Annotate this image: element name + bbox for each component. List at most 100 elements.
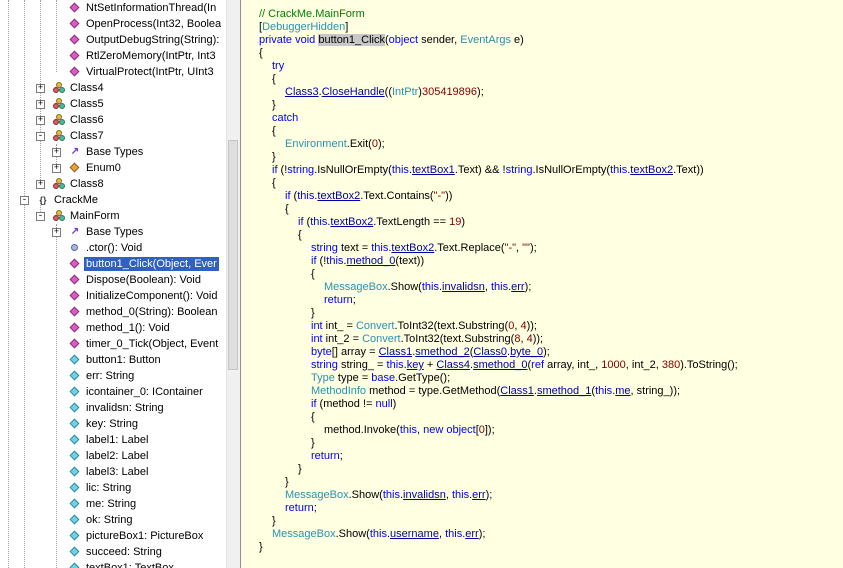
- tree-item[interactable]: pictureBox1: PictureBox: [0, 528, 227, 544]
- tree-item[interactable]: + Class6: [0, 112, 227, 128]
- code-text: }: [311, 437, 315, 449]
- tree-item[interactable]: method_1(): Void: [0, 320, 227, 336]
- code-text: .IsNullOrEmpty(: [532, 164, 611, 176]
- code-text: , string_));: [630, 385, 681, 397]
- code-reference-link[interactable]: err: [472, 489, 485, 501]
- tree-item-label: OutputDebugString(String):: [86, 34, 220, 46]
- tree-item[interactable]: + Enum0: [0, 160, 227, 176]
- code-reference-link[interactable]: Class1: [500, 385, 534, 397]
- tree-item[interactable]: OpenProcess(Int32, Boolea: [0, 16, 227, 32]
- expand-icon[interactable]: +: [52, 163, 61, 173]
- tree-item-label: OpenProcess(Int32, Boolea: [86, 18, 222, 30]
- tree-item[interactable]: method_0(String): Boolean: [0, 304, 227, 320]
- collapse-icon[interactable]: -: [20, 195, 29, 205]
- code-reference-link[interactable]: method_0: [346, 255, 395, 267]
- tree-item-label: VirtualProtect(IntPtr, UInt3: [86, 66, 214, 78]
- tree-item-label: Class5: [70, 98, 104, 110]
- tree-item[interactable]: -{} CrackMe: [0, 192, 227, 208]
- code-reference-link[interactable]: username: [390, 528, 439, 540]
- tree-item[interactable]: VirtualProtect(IntPtr, UInt3: [0, 64, 227, 80]
- code-reference-link[interactable]: Class0: [473, 346, 507, 358]
- tree-item[interactable]: icontainer_0: IContainer: [0, 384, 227, 400]
- code-text: {: [298, 229, 302, 241]
- tree-item[interactable]: succeed: String: [0, 544, 227, 560]
- code-keyword: base: [371, 372, 396, 384]
- code-reference-link[interactable]: textBox2: [330, 216, 373, 228]
- code-reference-link[interactable]: key: [407, 359, 424, 371]
- code-reference-link[interactable]: Class1: [379, 346, 413, 358]
- expand-icon[interactable]: +: [36, 99, 45, 109]
- code-reference-link[interactable]: invalidsn: [403, 489, 446, 501]
- tree-item[interactable]: NtSetInformationThread(In: [0, 0, 227, 16]
- tree-item-selected[interactable]: button1_Click(Object, Ever: [0, 256, 227, 272]
- expander-slot: +: [36, 179, 52, 189]
- code-keyword: string: [311, 359, 338, 371]
- code-keyword: null: [375, 398, 393, 410]
- tree-item[interactable]: InitializeComponent(): Void: [0, 288, 227, 304]
- code-line: MethodInfo method = type.GetMethod(Class…: [259, 385, 843, 398]
- tree-item[interactable]: OutputDebugString(String):: [0, 32, 227, 48]
- code-reference-link[interactable]: textBox2: [391, 242, 434, 254]
- tree-item[interactable]: ok: String: [0, 512, 227, 528]
- tree-item[interactable]: RtlZeroMemory(IntPtr, Int3: [0, 48, 227, 64]
- tree-item[interactable]: label3: Label: [0, 464, 227, 480]
- tree-item[interactable]: label1: Label: [0, 432, 227, 448]
- method-icon: [68, 272, 82, 288]
- tree-item[interactable]: - Class7: [0, 128, 227, 144]
- code-reference-link[interactable]: err: [465, 528, 478, 540]
- tree-item[interactable]: key: String: [0, 416, 227, 432]
- code-reference-link[interactable]: textBox1: [412, 164, 455, 176]
- code-reference-link[interactable]: me: [615, 385, 630, 397]
- code-line: }: [259, 437, 843, 450]
- code-line: }: [259, 151, 843, 164]
- expand-icon[interactable]: +: [36, 179, 45, 189]
- code-reference-link[interactable]: textBox2: [630, 164, 673, 176]
- tree-item[interactable]: textBox1: TextBox: [0, 560, 227, 568]
- tree-item[interactable]: lic: String: [0, 480, 227, 496]
- tree-item[interactable]: me: String: [0, 496, 227, 512]
- code-reference-link[interactable]: Class3: [285, 86, 319, 98]
- tree-vertical-scrollbar[interactable]: [226, 0, 240, 568]
- tree-item[interactable]: err: String: [0, 368, 227, 384]
- code-reference-link[interactable]: byte_0: [510, 346, 543, 358]
- code-reference-link[interactable]: smethod_1: [537, 385, 591, 397]
- tree-item-label: MainForm: [70, 210, 120, 222]
- tree-item[interactable]: - MainForm: [0, 208, 227, 224]
- tree-item[interactable]: + Class4: [0, 80, 227, 96]
- code-reference-link[interactable]: textBox2: [317, 190, 360, 202]
- tree-item[interactable]: invalidsn: String: [0, 400, 227, 416]
- expand-icon[interactable]: +: [52, 227, 61, 237]
- code-type: Convert: [362, 333, 401, 345]
- code-text: (!: [277, 164, 288, 176]
- code-reference-link[interactable]: smethod_2: [415, 346, 469, 358]
- collapse-icon[interactable]: -: [36, 131, 45, 141]
- class-icon: [52, 112, 66, 128]
- tree-item[interactable]: button1: Button: [0, 352, 227, 368]
- code-line: if (!string.IsNullOrEmpty(this.textBox1.…: [259, 164, 843, 177]
- tree-item[interactable]: Dispose(Boolean): Void: [0, 272, 227, 288]
- expand-icon[interactable]: +: [36, 83, 45, 93]
- tree-item[interactable]: + Class8: [0, 176, 227, 192]
- code-reference-link[interactable]: err: [511, 281, 524, 293]
- code-line: string text = this.textBox2.Text.Replace…: [259, 242, 843, 255]
- tree-item[interactable]: + Class5: [0, 96, 227, 112]
- expand-icon[interactable]: +: [52, 147, 61, 157]
- tree-item-label: Enum0: [86, 162, 121, 174]
- code-type: MessageBox: [285, 489, 349, 501]
- scrollbar-thumb[interactable]: [228, 140, 238, 370]
- collapse-icon[interactable]: -: [36, 211, 45, 221]
- tree-item[interactable]: .ctor(): Void: [0, 240, 227, 256]
- code-line: }: [259, 307, 843, 320]
- tree-item-label: label2: Label: [86, 450, 149, 462]
- expand-icon[interactable]: +: [36, 115, 45, 125]
- decompiler-window: NtSetInformationThread(In OpenProcess(Int…: [0, 0, 843, 568]
- tree-item[interactable]: + ↗ Base Types: [0, 224, 227, 240]
- tree-item[interactable]: timer_0_Tick(Object, Event: [0, 336, 227, 352]
- tree-item[interactable]: label2: Label: [0, 448, 227, 464]
- code-reference-link[interactable]: CloseHandle: [322, 86, 385, 98]
- code-reference-link[interactable]: invalidsn: [442, 281, 485, 293]
- code-reference-link[interactable]: smethod_0: [473, 359, 527, 371]
- code-reference-link[interactable]: Class4: [436, 359, 470, 371]
- decompiled-code-panel[interactable]: // CrackMe.MainForm [DebuggerHidden] priva…: [240, 0, 843, 568]
- tree-item[interactable]: + ↗ Base Types: [0, 144, 227, 160]
